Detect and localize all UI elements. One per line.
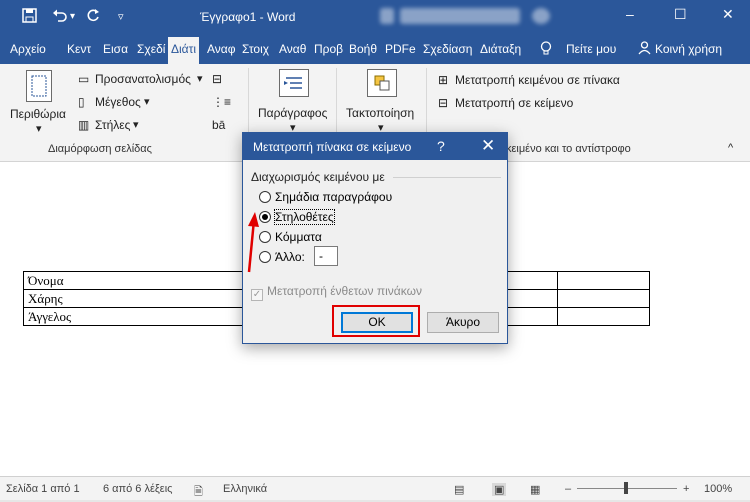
- minimize-button[interactable]: –: [626, 6, 634, 22]
- help-button[interactable]: ?: [437, 138, 445, 154]
- radio-button-selected[interactable]: [259, 211, 271, 223]
- convert-text-to-table-button[interactable]: Μετατροπή κειμένου σε πίνακα: [455, 73, 620, 87]
- chevron-down-icon: ▾: [197, 73, 203, 85]
- columns-button[interactable]: Στήλες: [95, 118, 130, 132]
- group-divider: [393, 177, 501, 178]
- restore-button[interactable]: ☐: [674, 6, 687, 23]
- tab-table-layout[interactable]: Διάταξη: [480, 42, 521, 56]
- redo-icon[interactable]: [86, 8, 101, 27]
- chevron-down-icon[interactable]: ▾: [70, 11, 75, 22]
- language-status[interactable]: Ελληνικά: [223, 483, 267, 495]
- dialog-title: Μετατροπή πίνακα σε κείμενο: [253, 140, 412, 154]
- person-icon[interactable]: [638, 41, 651, 58]
- zoom-in-button[interactable]: +: [683, 483, 689, 495]
- option-tabs[interactable]: Στηλοθέτες: [259, 209, 335, 225]
- tab-table-design[interactable]: Σχεδίαση: [423, 42, 472, 56]
- proofing-icon[interactable]: 🗎: [194, 483, 203, 502]
- option-label: Σημάδια παραγράφου: [275, 190, 393, 204]
- paragraph-icon[interactable]: [279, 69, 309, 97]
- arrow-icon: [247, 212, 259, 273]
- dialog-close-button[interactable]: ✕: [481, 136, 495, 156]
- table-cell[interactable]: [556, 271, 651, 290]
- orientation-button[interactable]: Προσανατολισμός: [95, 72, 191, 86]
- option-commas[interactable]: Κόμματα: [259, 230, 322, 244]
- page-count[interactable]: Σελίδα 1 από 1: [6, 483, 80, 495]
- tab-view[interactable]: Προβ: [314, 42, 343, 56]
- tab-review[interactable]: Αναθ: [279, 42, 306, 56]
- ok-highlight-box: [332, 305, 420, 337]
- margins-button[interactable]: Περιθώρια: [10, 107, 66, 121]
- tab-file[interactable]: Αρχείο: [10, 42, 46, 56]
- radio-button[interactable]: [259, 251, 271, 263]
- word-count[interactable]: 6 από 6 λέξεις: [103, 483, 172, 495]
- account-name: [400, 8, 520, 24]
- size-button[interactable]: Μέγεθος: [95, 95, 141, 109]
- save-icon[interactable]: [22, 8, 37, 27]
- tab-layout[interactable]: Διάτι: [168, 37, 200, 64]
- print-layout-icon[interactable]: ▣: [492, 483, 507, 496]
- tab-pdfelement[interactable]: PDFe: [385, 42, 416, 56]
- title-bar: ▾ ▿ Έγγραφο1 - Word – ☐ ✕: [0, 0, 750, 34]
- tab-insert[interactable]: Εισα: [103, 42, 128, 56]
- convert-to-text-button[interactable]: Μετατροπή σε κείμενο: [455, 96, 573, 110]
- text-convert-icon: ⊟: [438, 96, 449, 110]
- account-avatar[interactable]: [380, 8, 394, 24]
- table-convert-icon: ⊞: [438, 73, 449, 87]
- checkbox-label: Μετατροπή ένθετων πινάκων: [267, 284, 422, 298]
- tab-design[interactable]: Σχεδί: [137, 42, 165, 56]
- breaks-icon[interactable]: ⊟: [212, 72, 222, 86]
- tell-me-search[interactable]: Πείτε μου: [566, 42, 616, 56]
- arrange-icon[interactable]: [367, 69, 397, 97]
- option-label: Κόμματα: [275, 230, 322, 244]
- convert-group-label: κειμένο και το αντίστροφο: [506, 143, 631, 155]
- tab-home[interactable]: Κεντ: [67, 42, 91, 56]
- radio-button[interactable]: [259, 191, 271, 203]
- chevron-down-icon: ▾: [36, 123, 42, 135]
- option-paragraph-marks[interactable]: Σημάδια παραγράφου: [259, 190, 392, 204]
- cancel-button[interactable]: Άκυρο: [427, 312, 499, 333]
- option-label: Στηλοθέτες: [274, 209, 335, 225]
- customize-toolbar-icon[interactable]: ▿: [118, 10, 124, 23]
- option-label: Άλλο:: [275, 250, 305, 264]
- close-button[interactable]: ✕: [722, 6, 734, 23]
- size-icon: ▯: [78, 95, 85, 109]
- radio-button[interactable]: [259, 231, 271, 243]
- zoom-slider-thumb[interactable]: [624, 482, 628, 494]
- dialog-title-bar: Μετατροπή πίνακα σε κείμενο ? ✕: [243, 133, 507, 160]
- zoom-out-button[interactable]: –: [565, 483, 571, 495]
- status-bar: Σελίδα 1 από 1 6 από 6 λέξεις 🗎 Ελληνικά…: [0, 476, 750, 500]
- lightbulb-icon[interactable]: [540, 41, 552, 59]
- tab-references[interactable]: Αναφ: [207, 42, 236, 56]
- margins-icon[interactable]: [26, 70, 52, 102]
- undo-icon[interactable]: [52, 8, 68, 27]
- chevron-down-icon: ▾: [144, 96, 150, 108]
- avatar[interactable]: [532, 8, 550, 24]
- convert-nested-tables-checkbox: ✓ Μετατροπή ένθετων πινάκων: [251, 284, 422, 301]
- tab-help[interactable]: Βοήθ: [349, 42, 377, 56]
- share-button[interactable]: Κοινή χρήση: [655, 42, 722, 56]
- page-setup-group-label: Διαμόρφωση σελίδας: [48, 143, 152, 155]
- hyphenation-icon[interactable]: bā: [212, 118, 225, 132]
- paragraph-button[interactable]: Παράγραφος: [258, 106, 327, 120]
- tab-mailings[interactable]: Στοιχ: [242, 42, 269, 56]
- checkmark-icon: ✓: [251, 289, 263, 301]
- orientation-icon: ▭: [78, 72, 90, 86]
- table-cell[interactable]: [556, 289, 651, 308]
- separator-group-label: Διαχωρισμός κειμένου με: [251, 170, 385, 184]
- columns-icon: ▥: [78, 118, 90, 132]
- table-cell[interactable]: [556, 307, 651, 326]
- arrange-button[interactable]: Τακτοποίηση: [346, 106, 414, 120]
- web-layout-icon[interactable]: ▦: [530, 483, 540, 496]
- line-numbers-icon[interactable]: ⋮≡: [212, 95, 231, 109]
- other-separator-input[interactable]: -: [314, 246, 338, 266]
- window-title: Έγγραφο1 - Word: [200, 10, 296, 24]
- ribbon-tabs: Αρχείο Κεντ Εισα Σχεδί Διάτι Αναφ Στοιχ …: [0, 34, 750, 64]
- chevron-down-icon: ▾: [133, 119, 139, 131]
- zoom-level[interactable]: 100%: [704, 483, 732, 495]
- read-mode-icon[interactable]: ▤: [454, 483, 464, 496]
- option-other[interactable]: Άλλο:: [259, 250, 305, 264]
- collapse-ribbon-icon[interactable]: ^: [728, 142, 733, 154]
